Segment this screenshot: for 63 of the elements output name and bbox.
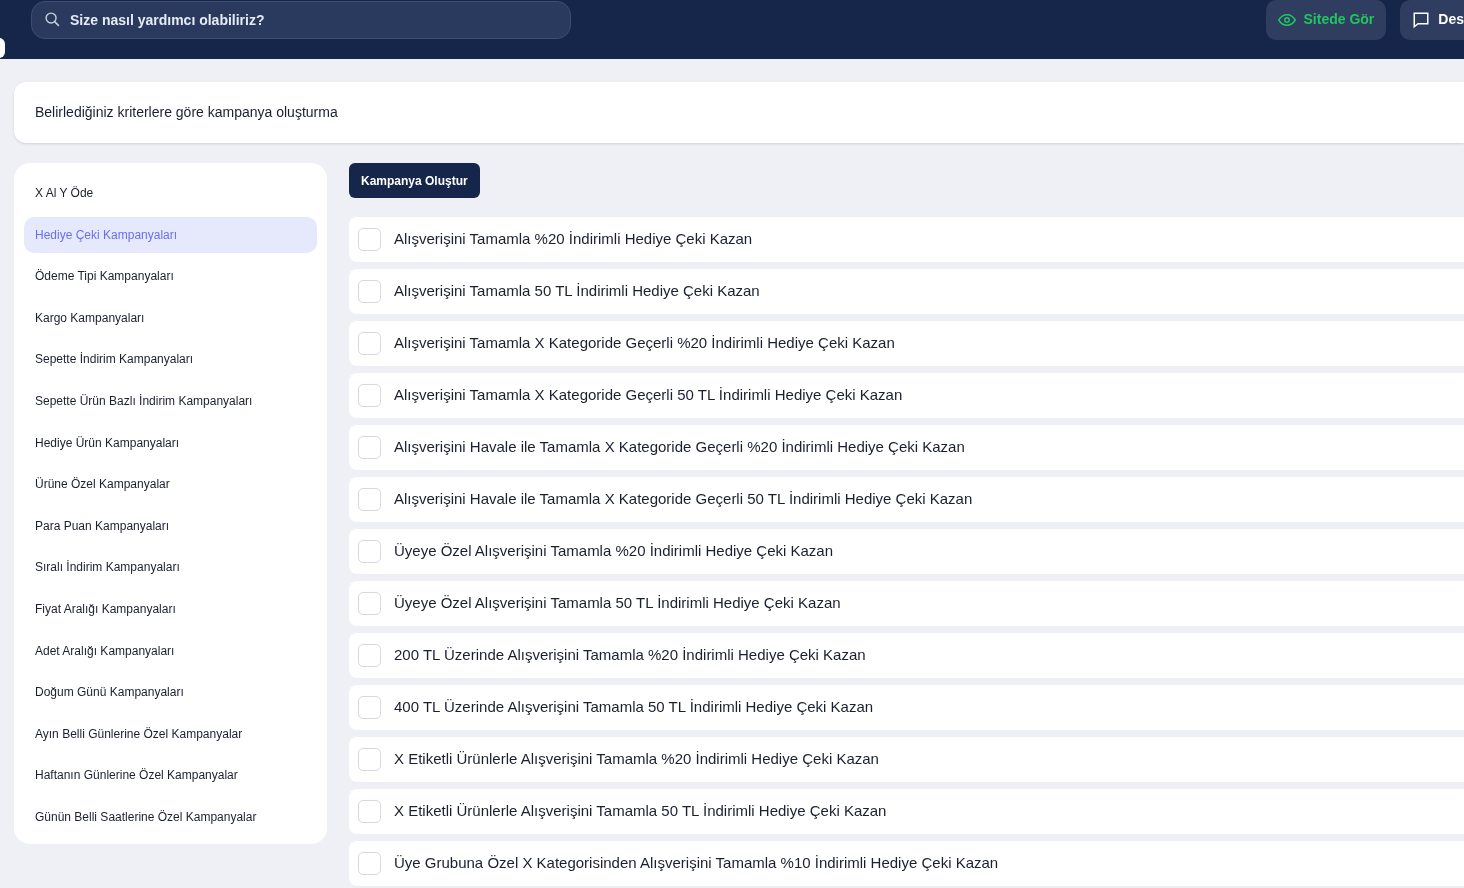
sidebar-item[interactable]: Ürüne Özel Kampanyalar (24, 466, 317, 503)
checkbox[interactable] (358, 540, 381, 563)
search-field[interactable]: Size nasıl yardımcı olabiliriz? (31, 0, 571, 39)
campaign-row[interactable]: Alışverişini Tamamla %20 İndirimli Hediye Çeki Kazan (349, 217, 1464, 262)
campaign-label: 400 TL Üzerinde Alışverişini Tamamla 50 TL İndirimli Hediye Çeki Kazan (394, 697, 874, 718)
campaign-row[interactable]: Alışverişini Havale ile Tamamla X Kategoride Geçerli 50 TL İndirimli Hediye Çeki Kazan (349, 477, 1464, 522)
eye-icon (1277, 13, 1296, 26)
sidebar-item[interactable]: Haftanın Günlerine Özel Kampanyalar (24, 757, 317, 794)
campaign-label: Alışverişini Tamamla X Kategoride Geçerli 50 TL İndirimli Hediye Çeki Kazan (394, 385, 903, 406)
checkbox[interactable] (358, 436, 381, 459)
campaign-label: Alışverişini Tamamla 50 TL İndirimli Hediye Çeki Kazan (394, 281, 760, 302)
campaign-label: Üye Grubuna Özel X Kategorisinden Alışverişini Tamamla %10 İndirimli Hediye Çeki Kazan (394, 853, 999, 874)
campaign-row[interactable]: X Etiketli Ürünlerle Alışverişini Tamamla 50 TL İndirimli Hediye Çeki Kazan (349, 789, 1464, 834)
sidebar-item[interactable]: X Al Y Öde (24, 175, 317, 211)
campaign-label: 200 TL Üzerinde Alışverişini Tamamla %20 İndirimli Hediye Çeki Kazan (394, 645, 866, 666)
create-campaign-button[interactable]: Kampanya Oluştur (349, 163, 480, 198)
campaign-row[interactable]: Alışverişini Tamamla 50 TL İndirimli Hediye Çeki Kazan (349, 269, 1464, 314)
checkbox[interactable] (358, 644, 381, 667)
campaign-label: Alışverişini Tamamla X Kategoride Geçerli %20 İndirimli Hediye Çeki Kazan (394, 333, 895, 354)
page-title: Belirlediğiniz kriterlere göre kampanya oluşturma (35, 103, 338, 122)
campaign-label: X Etiketli Ürünlerle Alışverişini Tamamla %20 İndirimli Hediye Çeki Kazan (394, 749, 879, 770)
campaign-label: Alışverişini Havale ile Tamamla X Kategoride Geçerli 50 TL İndirimli Hediye Çeki Kazan (394, 489, 973, 510)
sidebar-item[interactable]: Fiyat Aralığı Kampanyaları (24, 590, 317, 627)
chat-icon (1412, 10, 1431, 29)
campaign-label: Alışverişini Tamamla %20 İndirimli Hediye Çeki Kazan (394, 229, 753, 250)
sidebar-item[interactable]: Adet Aralığı Kampanyaları (24, 632, 317, 669)
campaign-row[interactable]: Üye Grubuna Özel X Kategorisinden Alışverişini Tamamla %10 İndirimli Hediye Çeki Kazan (349, 841, 1464, 886)
view-on-site-button[interactable]: Sitede Gör (1265, 0, 1387, 40)
sidebar-item[interactable]: Sıralı İndirim Kampanyaları (24, 549, 317, 586)
checkbox[interactable] (358, 800, 381, 823)
campaign-row[interactable]: 400 TL Üzerinde Alışverişini Tamamla 50 TL İndirimli Hediye Çeki Kazan (349, 685, 1464, 730)
campaign-row[interactable]: Alışverişini Tamamla X Kategoride Geçerli 50 TL İndirimli Hediye Çeki Kazan (349, 373, 1464, 418)
sidebar-item[interactable]: Hediye Ürün Kampanyaları (24, 424, 317, 461)
sidebar-item[interactable]: Sepette Ürün Bazlı İndirim Kampanyaları (24, 382, 317, 419)
campaign-row[interactable]: Üyeye Özel Alışverişini Tamamla %20 İndirimli Hediye Çeki Kazan (349, 529, 1464, 574)
sidebar-item[interactable]: Günün Belli Saatlerine Özel Kampanyalar (24, 798, 317, 835)
campaign-row[interactable]: Alışverişini Tamamla X Kategoride Geçerli %20 İndirimli Hediye Çeki Kazan (349, 321, 1464, 366)
chat-button[interactable]: Des (1400, 0, 1464, 40)
checkbox[interactable] (358, 384, 381, 407)
sidebar-item[interactable]: Hediye Çeki Kampanyaları (24, 216, 317, 253)
sidebar-item[interactable]: Ödeme Tipi Kampanyaları (24, 258, 317, 295)
campaign-row[interactable]: Üyeye Özel Alışverişini Tamamla 50 TL İndirimli Hediye Çeki Kazan (349, 581, 1464, 626)
search-icon (44, 10, 61, 28)
checkbox[interactable] (358, 280, 381, 303)
checkbox[interactable] (358, 228, 381, 251)
campaign-row[interactable]: Alışverişini Havale ile Tamamla X Kategoride Geçerli %20 İndirimli Hediye Çeki Kazan (349, 425, 1464, 470)
campaign-row[interactable]: 200 TL Üzerinde Alışverişini Tamamla %20 İndirimli Hediye Çeki Kazan (349, 633, 1464, 678)
checkbox[interactable] (358, 592, 381, 615)
checkbox[interactable] (358, 696, 381, 719)
sidebar-item[interactable]: Sepette İndirim Kampanyaları (24, 341, 317, 378)
sidebar-item[interactable]: Para Puan Kampanyaları (24, 507, 317, 544)
sidebar-item[interactable]: Ayın Belli Günlerine Özel Kampanyalar (24, 715, 317, 752)
campaign-row[interactable]: X Etiketli Ürünlerle Alışverişini Tamamla %20 İndirimli Hediye Çeki Kazan (349, 737, 1464, 782)
campaign-label: Alışverişini Havale ile Tamamla X Kategoride Geçerli %20 İndirimli Hediye Çeki Kazan (394, 437, 965, 458)
campaign-label: Üyeye Özel Alışverişini Tamamla %20 İndirimli Hediye Çeki Kazan (394, 541, 834, 562)
campaign-label: X Etiketli Ürünlerle Alışverişini Tamamla 50 TL İndirimli Hediye Çeki Kazan (394, 801, 887, 822)
campaign-label: Üyeye Özel Alışverişini Tamamla 50 TL İndirimli Hediye Çeki Kazan (394, 593, 841, 614)
checkbox[interactable] (358, 852, 381, 875)
checkbox[interactable] (358, 748, 381, 771)
checkbox[interactable] (358, 488, 381, 511)
checkbox[interactable] (358, 332, 381, 355)
sidebar-item[interactable]: Doğum Günü Kampanyaları (24, 674, 317, 711)
sidebar-item[interactable]: Kargo Kampanyaları (24, 299, 317, 336)
